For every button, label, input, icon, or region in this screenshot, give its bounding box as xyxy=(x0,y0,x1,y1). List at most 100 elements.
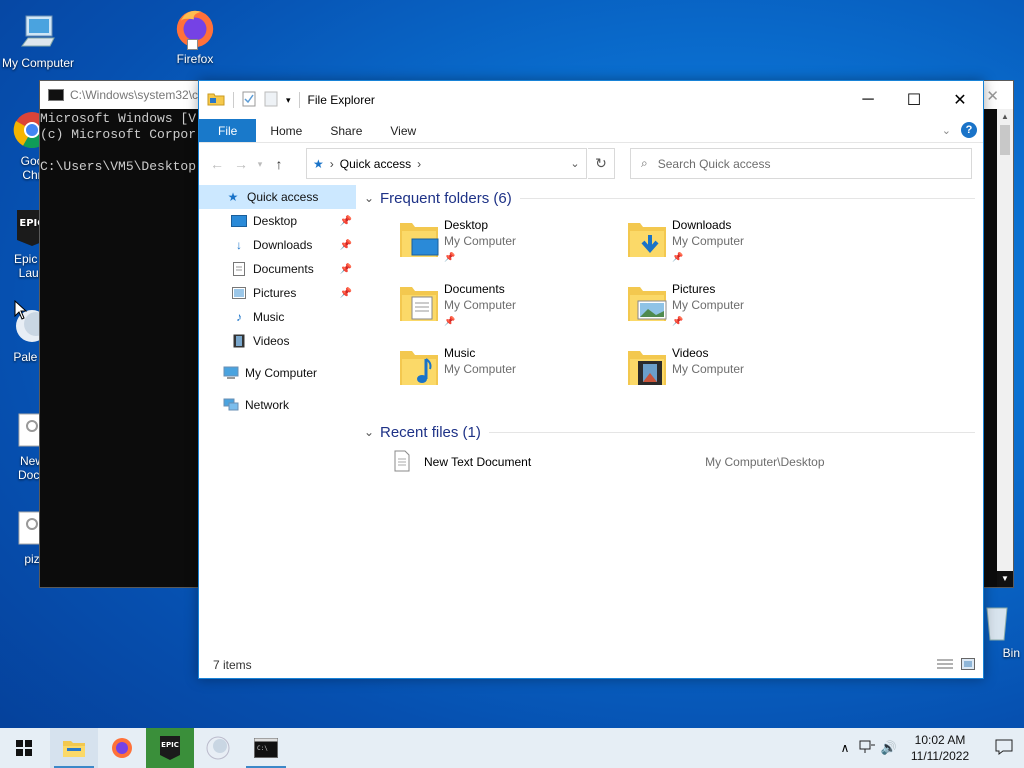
star-icon: ★ xyxy=(227,190,239,204)
cmd-scrollbar[interactable]: ▲ ▼ xyxy=(997,109,1013,587)
pin-icon: 📌 xyxy=(672,252,684,262)
computer-icon xyxy=(16,10,60,54)
folder-location: My Computer xyxy=(672,234,745,248)
explorer-titlebar[interactable]: ▾ File Explorer ─ ☐ ✕ xyxy=(199,81,983,119)
folder-location: My Computer xyxy=(444,362,517,376)
sidebar-item-network[interactable]: Network xyxy=(199,393,356,417)
address-bar[interactable]: ★ › Quick access › ⌄ xyxy=(306,148,587,179)
recent-locations-icon[interactable]: ▾ xyxy=(253,159,267,170)
sidebar-item-my-computer[interactable]: My Computer xyxy=(199,361,356,385)
sidebar-item-documents[interactable]: Documents 📌 xyxy=(199,257,356,281)
details-view-icon[interactable] xyxy=(937,658,953,673)
properties-icon[interactable] xyxy=(242,91,256,110)
folder-tile[interactable]: Pictures My Computer 📌 xyxy=(626,279,854,343)
sidebar-item-desktop[interactable]: Desktop 📌 xyxy=(199,209,356,233)
shortcut-arrow-icon xyxy=(187,39,198,50)
pin-icon: 📌 xyxy=(444,316,456,326)
tab-home[interactable]: Home xyxy=(256,119,316,142)
sidebar-item-music[interactable]: ♪ Music xyxy=(199,305,356,329)
recent-file-name: New Text Document xyxy=(424,455,532,469)
tab-view[interactable]: View xyxy=(376,119,430,142)
tab-file[interactable]: File xyxy=(199,119,257,142)
pin-icon[interactable]: 📌 xyxy=(340,264,352,275)
recent-files-header[interactable]: ⌄ Recent files (1) xyxy=(364,419,975,445)
folder-tile[interactable]: Downloads My Computer 📌 xyxy=(626,215,854,279)
network-icon xyxy=(223,397,239,413)
taskbar-command-prompt[interactable]: C:\ xyxy=(242,728,290,768)
scroll-down-icon[interactable]: ▼ xyxy=(997,571,1013,587)
sidebar-item-label: Network xyxy=(245,398,290,412)
close-button[interactable]: ✕ xyxy=(937,81,983,119)
desktop-icon-my-computer[interactable]: My Computer xyxy=(0,10,76,70)
clock-time: 10:02 AM xyxy=(914,733,966,747)
list-item[interactable]: New Text Document My Computer\Desktop xyxy=(394,447,975,477)
recycle-bin-icon xyxy=(982,600,1012,644)
show-hidden-icons-chevron-icon[interactable]: ∧ xyxy=(834,741,856,755)
network-status-icon[interactable] xyxy=(856,740,878,757)
refresh-button[interactable]: ↻ xyxy=(588,148,615,179)
recent-file-path: My Computer\Desktop xyxy=(705,455,825,469)
folder-tile[interactable]: Documents My Computer 📌 xyxy=(398,279,626,343)
sidebar-item-videos[interactable]: Videos xyxy=(199,329,356,353)
sidebar-item-quick-access[interactable]: ★ Quick access xyxy=(199,185,356,209)
volume-icon[interactable]: 🔊 xyxy=(878,740,900,756)
collapse-chevron-icon[interactable]: ⌄ xyxy=(364,191,380,205)
sidebar-item-pictures[interactable]: Pictures 📌 xyxy=(199,281,356,305)
customize-toolbar-icon[interactable]: ▾ xyxy=(286,95,291,106)
content-area: ⌄ Frequent folders (6) Desktop My Comput… xyxy=(364,185,975,652)
notifications-icon[interactable] xyxy=(984,739,1024,758)
system-tray: ∧ 🔊 10:02 AM 11/11/2022 xyxy=(834,728,1024,768)
desktop-icon-label: My Computer xyxy=(1,56,75,70)
sidebar-item-label: Pictures xyxy=(253,286,297,300)
clock[interactable]: 10:02 AM 11/11/2022 xyxy=(906,732,974,764)
pin-icon: 📌 xyxy=(672,316,684,326)
film-icon xyxy=(231,333,247,349)
help-icon[interactable]: ? xyxy=(961,122,977,138)
scroll-up-icon[interactable]: ▲ xyxy=(997,109,1013,125)
tab-share[interactable]: Share xyxy=(316,119,376,142)
folder-name: Pictures xyxy=(672,282,716,296)
svg-text:C:\: C:\ xyxy=(257,745,268,752)
forward-arrow-icon[interactable]: → xyxy=(229,156,253,172)
breadcrumb-separator-icon[interactable]: › xyxy=(417,157,421,171)
scroll-thumb[interactable] xyxy=(1000,125,1010,155)
minimize-button[interactable]: ─ xyxy=(845,81,891,119)
breadcrumb-quick-access[interactable]: Quick access xyxy=(340,157,411,171)
music-note-icon: ♪ xyxy=(236,310,242,324)
pin-icon[interactable]: 📌 xyxy=(340,288,352,299)
downloads-folder-icon xyxy=(626,217,670,261)
folder-icon[interactable] xyxy=(207,91,225,110)
up-arrow-icon[interactable]: ↑ xyxy=(267,156,291,172)
collapse-chevron-icon[interactable]: ⌄ xyxy=(364,425,380,439)
search-box[interactable]: ⌕ Search Quick access xyxy=(630,148,972,179)
sidebar-item-downloads[interactable]: ↓ Downloads 📌 xyxy=(199,233,356,257)
breadcrumb-separator-icon[interactable]: › xyxy=(330,157,334,171)
maximize-button[interactable]: ☐ xyxy=(891,81,937,119)
folder-tile[interactable]: Videos My Computer xyxy=(626,343,854,407)
taskbar-file-explorer[interactable] xyxy=(50,728,98,768)
folder-tile[interactable]: Music My Computer xyxy=(398,343,626,407)
folder-tile[interactable]: Desktop My Computer 📌 xyxy=(398,215,626,279)
pin-icon[interactable]: 📌 xyxy=(340,240,352,251)
taskbar-pale-moon[interactable] xyxy=(194,728,242,768)
taskbar-epic-games[interactable]: EPIC xyxy=(146,728,194,768)
text-document-icon xyxy=(394,450,412,475)
start-button[interactable] xyxy=(0,728,48,768)
desktop-icon-firefox[interactable]: Firefox xyxy=(157,6,233,66)
address-dropdown-icon[interactable]: ⌄ xyxy=(564,157,586,170)
search-input[interactable]: Search Quick access xyxy=(658,157,771,171)
frequent-folders-header[interactable]: ⌄ Frequent folders (6) xyxy=(364,185,975,211)
taskbar-firefox[interactable] xyxy=(98,728,146,768)
folder-name: Downloads xyxy=(672,218,732,232)
taskbar: EPIC C:\ ∧ 🔊 10:02 AM 11/11/2022 xyxy=(0,728,1024,768)
new-folder-icon[interactable] xyxy=(264,91,278,110)
pin-icon[interactable]: 📌 xyxy=(340,216,352,227)
cmd-close-icon[interactable]: ✕ xyxy=(986,87,999,105)
back-arrow-icon[interactable]: ← xyxy=(205,156,229,172)
group-title: Frequent folders (6) xyxy=(380,189,512,207)
download-arrow-icon: ↓ xyxy=(236,238,242,252)
desktop-folder-icon xyxy=(398,217,442,261)
expand-ribbon-icon[interactable]: ⌄ xyxy=(942,124,951,137)
large-icons-view-icon[interactable] xyxy=(961,657,975,673)
file-explorer-window[interactable]: ▾ File Explorer ─ ☐ ✕ File Home Share Vi… xyxy=(198,80,984,679)
